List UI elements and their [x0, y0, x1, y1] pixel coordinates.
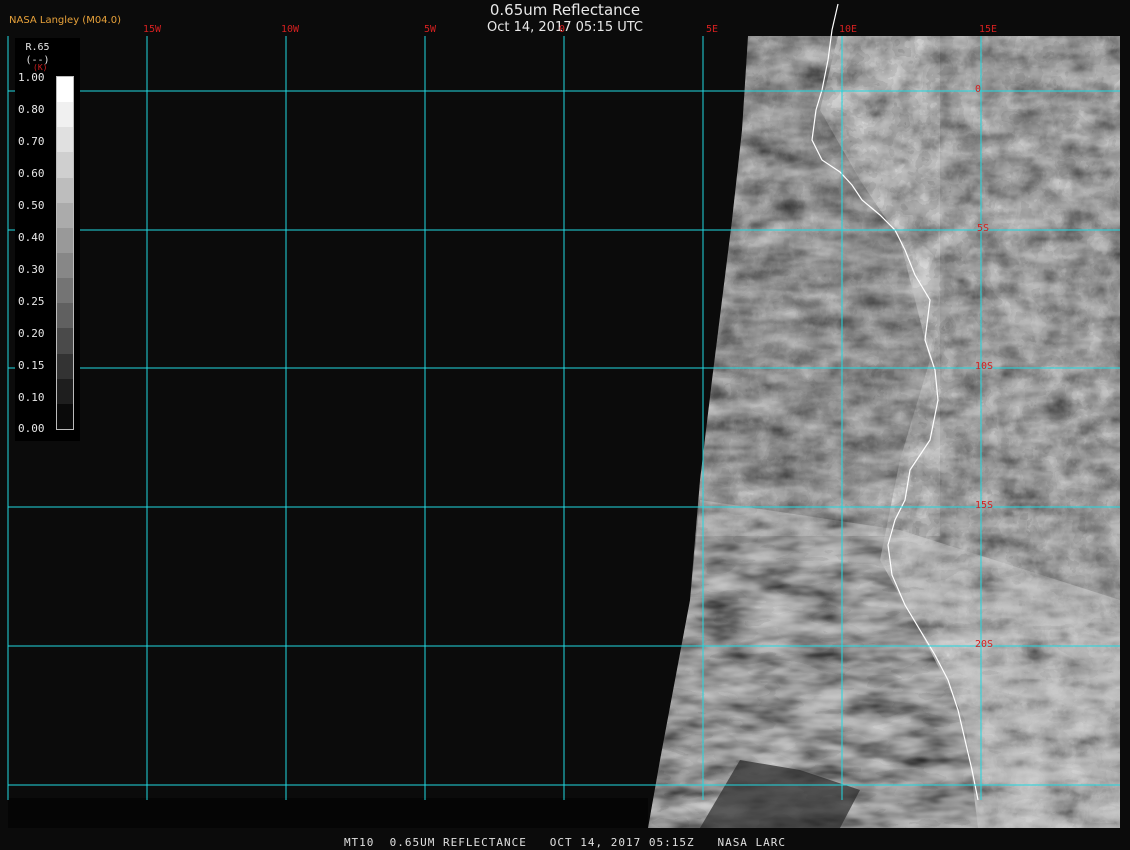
colorbar-segment — [57, 403, 73, 429]
colorbar-gradient — [56, 76, 74, 430]
lat-label-5s: 5S — [977, 223, 990, 234]
lat-label-15s: 15S — [975, 500, 994, 511]
lon-label-5e: 5E — [705, 24, 719, 35]
colorbar-label: 0.30 — [18, 263, 45, 276]
colorbar-segment — [57, 353, 73, 379]
lon-label-15w: 15W — [142, 24, 162, 35]
lon-label-0: 0 — [558, 24, 566, 35]
missing-data-strip — [8, 798, 648, 828]
colorbar-segment — [57, 278, 73, 304]
colorbar-segment — [57, 177, 73, 203]
lon-label-10w: 10W — [280, 24, 300, 35]
colorbar-label: 0.10 — [18, 391, 45, 404]
lon-label-10e: 10E — [838, 24, 858, 35]
colorbar-segment — [57, 202, 73, 228]
footer-caption: MT10 0.65UM REFLECTANCE OCT 14, 2017 05:… — [343, 836, 787, 849]
colorbar-label: 0.80 — [18, 103, 45, 116]
colorbar-legend: R.65 (--) (K) 1.00 0.80 0.70 0.60 0.50 0… — [15, 38, 80, 441]
colorbar-segment — [57, 328, 73, 354]
colorbar-label: 0.50 — [18, 199, 45, 212]
colorbar-label: 1.00 — [18, 71, 45, 84]
colorbar-label: 0.15 — [18, 359, 45, 372]
colorbar-label: 0.25 — [18, 295, 45, 308]
colorbar-label: 0.00 — [18, 422, 45, 435]
lat-label-20s: 20S — [975, 639, 994, 650]
lat-label-10s: 10S — [975, 361, 994, 372]
colorbar-segment — [57, 152, 73, 178]
colorbar-segment — [57, 303, 73, 329]
colorbar-segment — [57, 378, 73, 404]
colorbar-segment — [57, 127, 73, 153]
colorbar-segment — [57, 252, 73, 279]
satellite-map — [0, 0, 1130, 850]
product-title: 0.65um Reflectance — [489, 1, 641, 19]
lat-label-0: 0 — [975, 84, 982, 95]
colorbar-segment — [57, 77, 73, 103]
colorbar-title: R.65 — [25, 42, 50, 53]
colorbar-label: 0.70 — [18, 135, 45, 148]
colorbar-label: 0.20 — [18, 327, 45, 340]
colorbar-segment — [57, 102, 73, 128]
colorbar-label: 0.60 — [18, 167, 45, 180]
lon-label-5w: 5W — [423, 24, 437, 35]
colorbar-label: 0.40 — [18, 231, 45, 244]
colorbar-segment — [57, 227, 73, 253]
lon-label-15e: 15E — [978, 24, 998, 35]
